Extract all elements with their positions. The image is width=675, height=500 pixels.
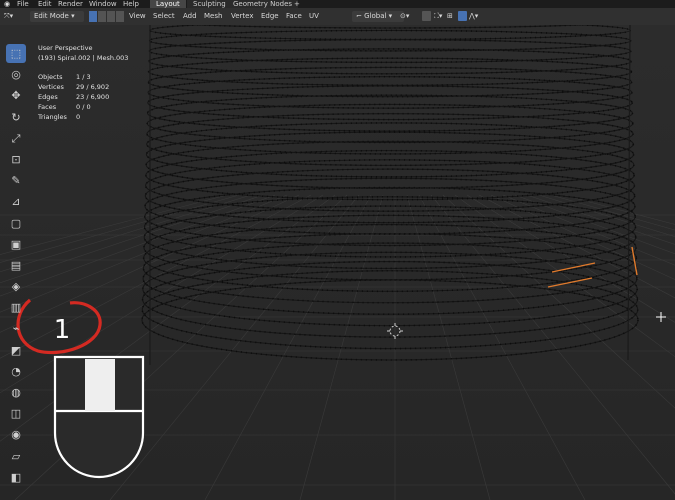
menu-render[interactable]: Render	[58, 0, 83, 8]
shrink-fatten-icon[interactable]: ◉	[6, 425, 26, 444]
annotation-step-number: 1	[54, 315, 71, 345]
menu-mesh[interactable]: Mesh	[201, 11, 225, 22]
face-select-button[interactable]	[107, 11, 115, 22]
tool-shelf: ⬚ ◎ ✥ ↻ ⤢ ⊡ ✎ ⊿ ▢ ▣ ▤ ◈ ▥ ⌁ ◩ ◔ ◍ ◫ ◉ ▱ ◧	[6, 44, 26, 489]
add-workspace-button[interactable]: +	[294, 0, 300, 8]
stat-label: Triangles	[38, 113, 67, 121]
menu-edge[interactable]: Edge	[258, 11, 282, 22]
falloff-icon[interactable]: ⋀▾	[469, 11, 478, 22]
menu-add[interactable]: Add	[180, 11, 200, 22]
snap-toggle-icon[interactable]	[422, 11, 431, 21]
viewport-header: ⤧▾ Edit Mode ▾ View Select Add Mesh Vert…	[0, 8, 675, 25]
spin-icon[interactable]: ◔	[6, 362, 26, 381]
stat-value: 0	[76, 113, 81, 121]
rotate-icon[interactable]: ↻	[6, 108, 26, 127]
edge-slide-icon[interactable]: ◫	[6, 404, 26, 423]
transform-icon[interactable]: ⊡	[6, 150, 26, 169]
select-box-icon[interactable]: ⬚	[6, 44, 26, 63]
menu-edit[interactable]: Edit	[38, 0, 52, 8]
stat-label: Objects	[38, 73, 63, 81]
poly-build-icon[interactable]: ◩	[6, 341, 26, 360]
editor-type-icon[interactable]: ⤧▾	[4, 11, 13, 22]
vertex-select-button[interactable]	[89, 11, 97, 22]
stat-value: 1 / 3	[76, 73, 91, 81]
statistics-overlay: Objects 1 / 3 Vertices 29 / 6,902 Edges 23 …	[38, 72, 109, 122]
annotate-icon[interactable]: ✎	[6, 171, 26, 190]
loop-cut-icon[interactable]: ▥	[6, 298, 26, 317]
pivot-point-icon[interactable]: ⊙▾	[400, 11, 409, 22]
smooth-icon[interactable]: ◍	[6, 383, 26, 402]
inset-icon[interactable]: ▤	[6, 256, 26, 275]
bevel-icon[interactable]: ◈	[6, 277, 26, 296]
select-mode-extra-button[interactable]	[116, 11, 124, 22]
blender-logo-icon[interactable]: ◉	[4, 0, 10, 8]
orientation-icon: ⌐	[356, 12, 365, 20]
menu-file[interactable]: File	[17, 0, 29, 8]
object-label: (193) Spiral.002 | Mesh.003	[38, 53, 129, 62]
measure-icon[interactable]: ⊿	[6, 192, 26, 211]
snap-options-icon[interactable]: ⊞	[447, 11, 453, 22]
stat-label: Faces	[38, 103, 57, 111]
menu-help[interactable]: Help	[123, 0, 139, 8]
menu-vertex[interactable]: Vertex	[228, 11, 257, 22]
mode-dropdown[interactable]: Edit Mode ▾	[30, 11, 84, 22]
rip-icon[interactable]: ◧	[6, 468, 26, 487]
viewport-info: User Perspective (193) Spiral.002 | Mesh…	[38, 44, 128, 63]
tab-sculpting[interactable]: Sculpting	[187, 0, 232, 8]
edge-select-button[interactable]	[98, 11, 106, 22]
stat-value: 29 / 6,902	[76, 83, 110, 91]
proportional-edit-icon[interactable]	[458, 11, 467, 21]
stat-label: Edges	[38, 93, 58, 101]
menu-face[interactable]: Face	[283, 11, 305, 22]
scale-icon[interactable]: ⤢	[6, 129, 26, 148]
tab-geometry-nodes[interactable]: Geometry Nodes	[227, 0, 299, 8]
stat-value: 0 / 0	[76, 103, 91, 111]
menu-window[interactable]: Window	[89, 0, 117, 8]
move-icon[interactable]: ✥	[6, 86, 26, 105]
shear-icon[interactable]: ▱	[6, 447, 26, 466]
knife-icon[interactable]: ⌁	[6, 319, 26, 338]
mode-label: Edit Mode	[34, 12, 69, 20]
stat-value: 23 / 6,900	[76, 93, 110, 101]
top-menu-bar: ◉ File Edit Render Window Help Layout Sc…	[0, 0, 675, 8]
snap-target-icon[interactable]: ⛶▾	[434, 11, 442, 22]
menu-select[interactable]: Select	[150, 11, 178, 22]
mouse-left-click-icon	[53, 355, 145, 479]
orientation-label: Global	[364, 12, 387, 20]
perspective-label: User Perspective	[38, 44, 93, 52]
stat-label: Vertices	[38, 83, 64, 91]
cursor-icon[interactable]: ◎	[6, 65, 26, 84]
menu-uv[interactable]: UV	[306, 11, 322, 22]
add-cube-icon[interactable]: ▢	[6, 214, 26, 233]
transform-orientation-dropdown[interactable]: ⌐ Global ▾	[352, 11, 404, 22]
extrude-icon[interactable]: ▣	[6, 235, 26, 254]
menu-view[interactable]: View	[126, 11, 149, 22]
tab-layout[interactable]: Layout	[150, 0, 186, 8]
